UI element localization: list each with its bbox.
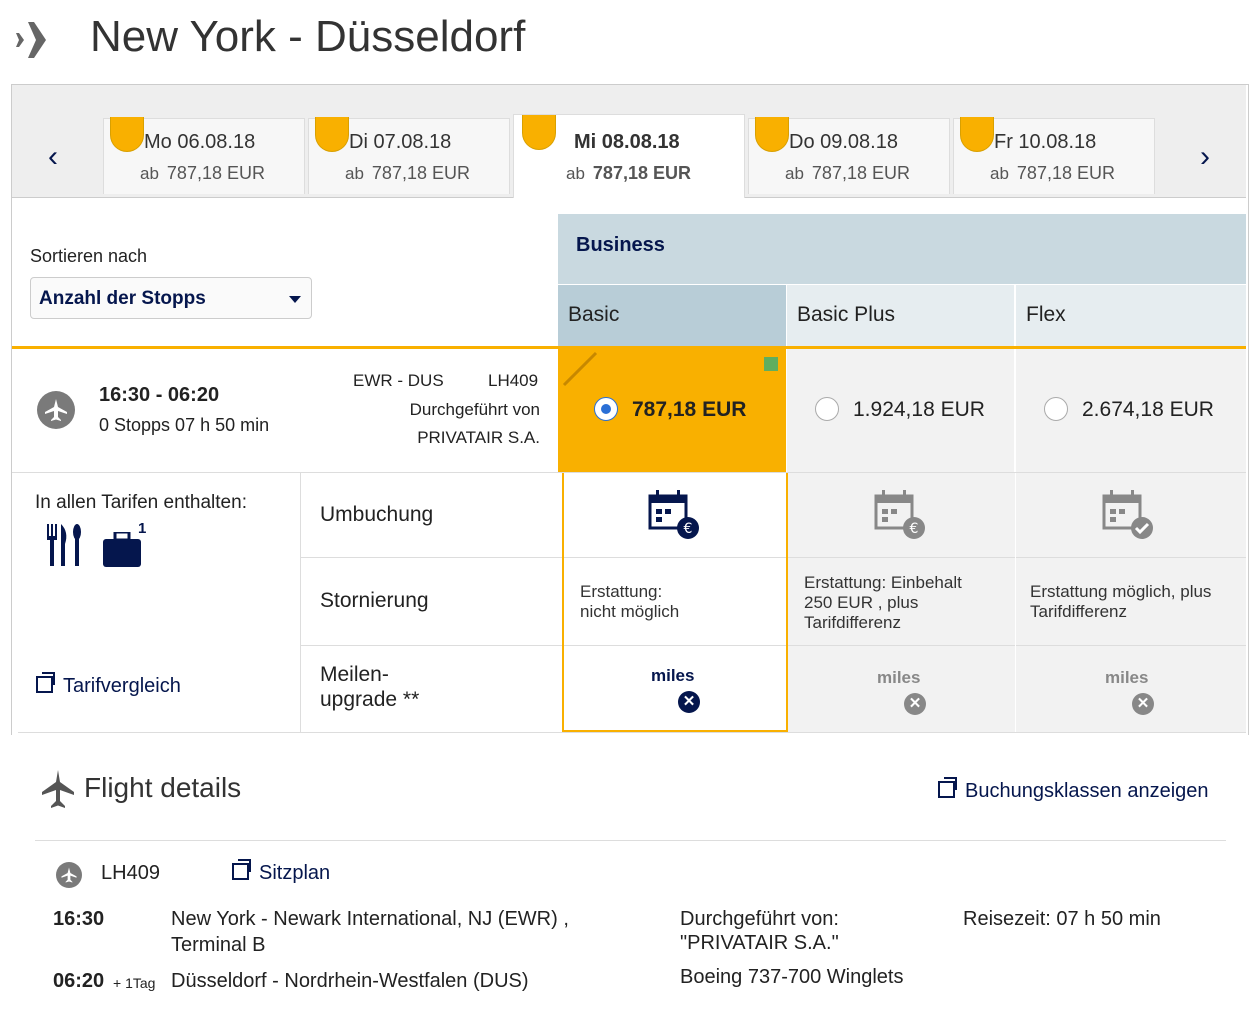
fare-radio-flex[interactable] bbox=[1044, 397, 1068, 421]
date-tab[interactable]: Do 09.08.18 ab 787,18 EUR bbox=[748, 117, 950, 194]
miles-label: miles bbox=[651, 666, 695, 685]
refund-basic-plus: Erstattung: Einbehalt 250 EUR , plus Tarif… bbox=[804, 573, 962, 632]
refund-flex: Erstattung möglich, plus Tarifdifferenz bbox=[1030, 582, 1212, 621]
detail-operated-label: Durchgeführt von: bbox=[680, 908, 839, 930]
corner-flag-icon bbox=[562, 351, 598, 387]
rebooking-fee-icon: € bbox=[874, 490, 925, 539]
rebooking-fee-icon: € bbox=[648, 490, 699, 539]
fare-header-basic-plus: Basic Plus bbox=[787, 285, 1014, 347]
fare-header-basic: Basic bbox=[558, 285, 786, 347]
departure-time: 16:30 bbox=[53, 908, 105, 930]
detail-flight-number: LH409 bbox=[101, 862, 160, 884]
flight-stops: 0 Stopps 07 h 50 min bbox=[99, 415, 270, 435]
prev-dates-button[interactable]: ‹ bbox=[38, 140, 68, 174]
sun-icon bbox=[110, 117, 144, 152]
page-title: New York - Düsseldorf bbox=[90, 12, 526, 61]
plane-icon bbox=[42, 770, 74, 808]
date-tab[interactable]: Di 07.08.18 ab 787,18 EUR bbox=[308, 117, 510, 194]
booking-classes-link[interactable]: Buchungsklassen anzeigen bbox=[938, 777, 1209, 803]
external-link-icon bbox=[36, 672, 55, 693]
flight-number: LH409 bbox=[488, 371, 539, 390]
meal-icon bbox=[47, 524, 81, 566]
close-circle-icon: ✕ bbox=[678, 691, 700, 713]
plane-circle-icon bbox=[56, 862, 82, 888]
external-link-icon bbox=[232, 859, 251, 880]
seatmap-link[interactable]: Sitzplan bbox=[232, 859, 330, 885]
travel-time: Reisezeit: 07 h 50 min bbox=[963, 908, 1161, 930]
svg-text:€: € bbox=[684, 521, 693, 537]
cabin-header: Business bbox=[558, 214, 1246, 284]
flight-route: EWR - DUS bbox=[353, 371, 444, 390]
fare-header-flex: Flex bbox=[1016, 285, 1246, 347]
fare-price-flex[interactable]: 2.674,18 EUR bbox=[1016, 349, 1246, 472]
flight-details-title: Flight details bbox=[84, 772, 242, 803]
sun-icon bbox=[755, 117, 789, 152]
fare-price-basic[interactable]: 787,18 EUR bbox=[558, 349, 786, 472]
miles-upgrade-label-1: Meilen- bbox=[320, 663, 389, 686]
departure-terminal: Terminal B bbox=[171, 934, 266, 956]
plane-icon bbox=[16, 22, 66, 58]
plane-circle-icon bbox=[37, 391, 75, 429]
detail-operator: "PRIVATAIR S.A." bbox=[680, 932, 839, 954]
sun-icon bbox=[960, 117, 994, 152]
refund-basic: Erstattung: nicht möglich bbox=[580, 582, 680, 621]
rebooking-free-icon bbox=[1102, 490, 1153, 539]
aircraft-type: Boeing 737-700 Winglets bbox=[680, 966, 904, 988]
fare-radio-basic[interactable] bbox=[594, 397, 618, 421]
departure-airport: New York - Newark International, NJ (EWR… bbox=[171, 908, 569, 930]
miles-upgrade-label-2: upgrade ** bbox=[320, 688, 420, 711]
rebooking-label: Umbuchung bbox=[320, 503, 434, 526]
external-link-icon bbox=[938, 777, 957, 798]
date-tab[interactable]: Mo 06.08.18 ab 787,18 EUR bbox=[103, 117, 305, 194]
arrival-time: 06:20 bbox=[53, 970, 105, 992]
baggage-icon bbox=[103, 532, 141, 567]
miles-label: miles bbox=[1105, 668, 1149, 687]
sort-label: Sortieren nach bbox=[30, 246, 148, 266]
fare-radio-basic-plus[interactable] bbox=[815, 397, 839, 421]
close-circle-icon: ✕ bbox=[1132, 693, 1154, 715]
sun-icon bbox=[315, 117, 349, 152]
arrival-airport: Düsseldorf - Nordrhein-Westfalen (DUS) bbox=[171, 970, 529, 992]
chevron-down-icon bbox=[289, 296, 301, 303]
next-dates-button[interactable]: › bbox=[1190, 140, 1220, 174]
close-circle-icon: ✕ bbox=[904, 693, 926, 715]
flight-times: 16:30 - 06:20 bbox=[99, 384, 220, 406]
arrival-next-day: + 1Tag bbox=[113, 975, 156, 991]
operator-name: PRIVATAIR S.A. bbox=[417, 428, 540, 447]
sun-icon bbox=[522, 115, 556, 150]
cancellation-label: Stornierung bbox=[320, 589, 429, 612]
availability-icon bbox=[764, 357, 778, 371]
operated-by-label: Durchgeführt von bbox=[409, 400, 540, 419]
date-tab-selected[interactable]: Mi 08.08.18 ab 787,18 EUR bbox=[513, 114, 745, 198]
fare-price-basic-plus[interactable]: 1.924,18 EUR bbox=[787, 349, 1014, 472]
date-tab[interactable]: Fr 10.08.18 ab 787,18 EUR bbox=[953, 117, 1155, 194]
included-label: In allen Tarifen enthalten: bbox=[35, 492, 247, 513]
miles-label: miles bbox=[877, 668, 921, 687]
baggage-count: 1 bbox=[138, 520, 147, 537]
sort-select[interactable]: Anzahl der Stopps bbox=[30, 277, 312, 319]
tariff-compare-link[interactable]: Tarifvergleich bbox=[36, 672, 181, 698]
svg-text:€: € bbox=[910, 521, 919, 537]
